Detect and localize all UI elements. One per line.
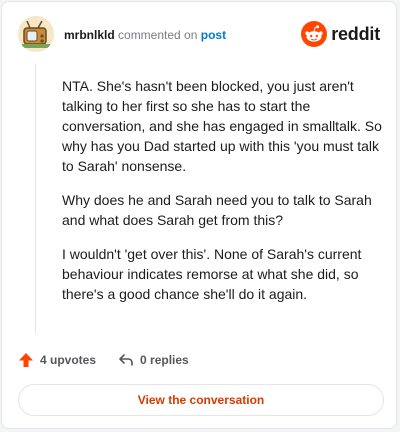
reddit-logo[interactable]: reddit [301,20,380,48]
user-avatar[interactable] [18,16,54,52]
brand-wordmark: reddit [331,23,380,44]
upvote-arrow-icon [19,353,33,367]
comment-actions: 4 upvotes 0 replies [18,350,189,370]
reply-button[interactable]: 0 replies [118,352,189,368]
action-text: commented on [118,28,198,42]
comment-paragraph: Why does he and Sarah need you to talk t… [62,192,372,228]
reddit-snoo-icon [301,21,328,47]
view-conversation-button[interactable]: View the conversation [18,384,384,416]
post-link[interactable]: post [201,28,226,42]
reply-count: 0 replies [140,353,189,367]
avatar-icon [18,16,54,52]
reply-arrow-icon [119,354,133,366]
username-link[interactable]: mrbnlkld [64,28,115,42]
comment-body: NTA. She's hasn't been blocked, you just… [62,76,382,318]
thread-line [35,64,36,334]
upvote-button[interactable]: 4 upvotes [18,352,96,368]
comment-meta: mrbnlkld commented on post [64,28,226,42]
embed-card: mrbnlkld commented on post reddit NTA. S… [1,1,397,429]
comment-paragraph: I wouldn't 'get over this'. None of Sara… [62,246,362,302]
upvote-count: 4 upvotes [40,353,97,367]
comment-header: mrbnlkld commented on post reddit [18,16,380,52]
comment-paragraph: NTA. She's hasn't been blocked, you just… [62,78,382,174]
